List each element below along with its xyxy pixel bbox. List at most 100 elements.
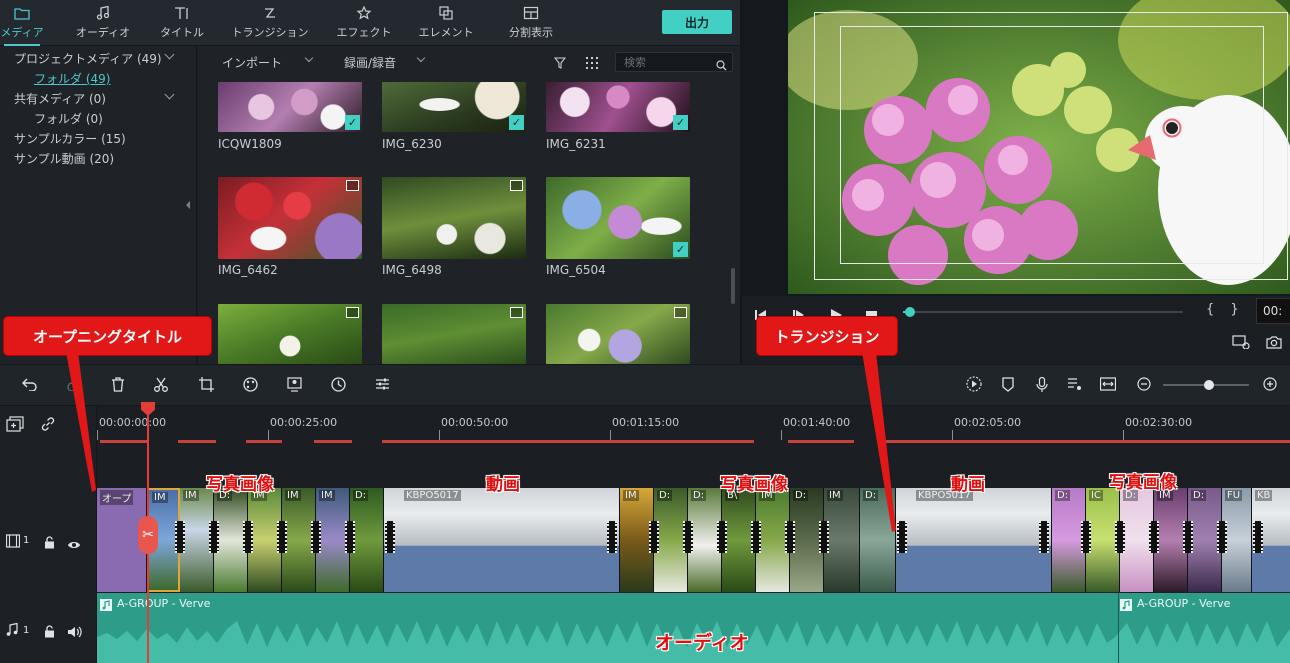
media-thumbnail[interactable]: ✓ <box>546 177 690 259</box>
adjust-sliders-icon[interactable] <box>374 376 390 392</box>
tab-elements[interactable]: エレメント <box>416 0 476 46</box>
sidebar-item-folder-0[interactable]: フォルダ (0) <box>34 110 103 127</box>
video-track-number: 1 <box>23 535 30 546</box>
transition-marker[interactable] <box>649 521 659 553</box>
transition-marker[interactable] <box>785 521 795 553</box>
sidebar-item-sample-videos[interactable]: サンプル動画 (20) <box>14 150 114 167</box>
tab-titles[interactable]: タイトル <box>158 0 206 46</box>
chevron-down-icon[interactable] <box>304 53 314 63</box>
lock-icon[interactable] <box>44 534 55 553</box>
clip-label: D: <box>793 490 809 501</box>
transition-marker[interactable] <box>1253 521 1263 553</box>
grid-view-icon[interactable] <box>586 54 598 73</box>
video-clip[interactable]: KBPO5017 <box>384 488 620 592</box>
eye-icon[interactable] <box>67 535 81 554</box>
media-thumbnail[interactable]: ✓ <box>218 82 362 132</box>
sidebar-item-sample-colors[interactable]: サンプルカラー (15) <box>14 130 126 147</box>
media-thumbnail[interactable] <box>382 304 526 364</box>
transition-marker[interactable] <box>1183 521 1193 553</box>
ruler-tick <box>439 430 440 440</box>
media-thumbnail[interactable] <box>218 304 362 364</box>
chevron-down-icon[interactable] <box>416 53 426 63</box>
lock-icon[interactable] <box>44 623 55 642</box>
playback-scrubber-handle[interactable] <box>905 307 915 317</box>
transition-marker[interactable] <box>175 521 185 553</box>
ruler-time-label: 00:02:05:00 <box>954 416 1022 429</box>
ruler-time-label: 00:00:50:00 <box>441 416 509 429</box>
tab-media[interactable]: メディア <box>0 0 44 46</box>
annotation-arrow <box>66 352 96 492</box>
import-dropdown[interactable]: インポート <box>222 54 282 71</box>
annotation-photo-3: 写真画像 <box>1109 473 1177 493</box>
audio-clip-divider <box>1118 593 1119 663</box>
tab-transitions[interactable]: トランジション <box>230 0 310 46</box>
chevron-down-icon[interactable] <box>164 89 175 100</box>
green-screen-icon[interactable] <box>286 376 302 392</box>
snapshot-camera-icon[interactable] <box>1266 334 1282 353</box>
mark-in-out-icon[interactable]: { } <box>1206 302 1245 317</box>
tab-audio-label: オーディオ <box>75 26 131 39</box>
sidebar-item-shared-media[interactable]: 共有メディア (0) <box>14 90 106 107</box>
search-icon[interactable] <box>716 56 727 75</box>
render-preview-icon[interactable] <box>1232 334 1250 353</box>
transition-marker[interactable] <box>1039 521 1049 553</box>
sidebar-item-folder-49[interactable]: フォルダ (49) <box>34 70 110 87</box>
marker-icon[interactable] <box>1000 376 1016 392</box>
media-thumbnail[interactable] <box>382 177 526 259</box>
speed-clock-icon[interactable] <box>330 376 346 392</box>
collapse-arrow-icon[interactable] <box>186 201 190 209</box>
transition-marker[interactable] <box>209 521 219 553</box>
media-scrollbar[interactable] <box>731 268 735 304</box>
scissors-icon[interactable] <box>153 376 169 392</box>
render-play-icon[interactable] <box>966 376 982 392</box>
tab-split-screen[interactable]: 分割表示 <box>502 0 560 46</box>
preview-video[interactable] <box>788 0 1290 294</box>
filter-icon[interactable] <box>553 54 567 73</box>
zoom-slider-handle[interactable] <box>1204 380 1214 390</box>
transition-marker[interactable] <box>345 521 355 553</box>
video-track-icon <box>5 533 21 552</box>
media-thumbnail[interactable] <box>218 177 362 259</box>
transition-marker[interactable] <box>1081 521 1091 553</box>
speaker-icon[interactable] <box>67 623 82 642</box>
crop-icon[interactable] <box>198 376 214 392</box>
render-status-bar <box>382 440 754 443</box>
record-dropdown[interactable]: 録画/録音 <box>344 54 396 71</box>
transition-marker[interactable] <box>819 521 829 553</box>
transition-marker[interactable] <box>751 521 761 553</box>
annotation-photo-1: 写真画像 <box>206 475 274 495</box>
transition-marker[interactable] <box>311 521 321 553</box>
sidebar-item-project-media[interactable]: プロジェクトメディア (49) <box>14 50 162 67</box>
transition-marker[interactable] <box>385 521 395 553</box>
media-thumbnail[interactable]: ✓ <box>382 82 526 132</box>
tab-audio[interactable]: オーディオ <box>72 0 134 46</box>
media-thumbnail[interactable]: ✓ <box>546 82 690 132</box>
tab-effects[interactable]: エフェクト <box>336 0 392 46</box>
transition-marker[interactable] <box>1149 521 1159 553</box>
transition-marker[interactable] <box>243 521 253 553</box>
zoom-out-icon[interactable] <box>1136 376 1152 392</box>
color-palette-icon[interactable] <box>242 376 258 392</box>
annotation-photo-2: 写真画像 <box>720 475 788 495</box>
export-button[interactable]: 出力 <box>662 10 732 34</box>
media-item-name: IMG_6462 <box>218 263 278 277</box>
microphone-icon[interactable] <box>1034 376 1050 392</box>
clip-label: IM <box>319 490 335 501</box>
chevron-down-icon[interactable] <box>164 49 175 60</box>
voiceover-list-icon[interactable] <box>1066 376 1082 392</box>
transition-marker[interactable] <box>683 521 693 553</box>
scissors-icon[interactable]: ✂ <box>138 516 158 554</box>
playback-progress-track[interactable] <box>903 311 1183 313</box>
fit-timeline-icon[interactable] <box>1100 376 1116 392</box>
photo-clip[interactable]: D: <box>350 488 384 592</box>
annotation-arrow <box>862 352 896 532</box>
transition-marker[interactable] <box>607 521 617 553</box>
transition-marker[interactable] <box>1217 521 1227 553</box>
transition-marker[interactable] <box>277 521 287 553</box>
ruler-tick <box>952 430 953 440</box>
crop-frame-inner <box>840 26 1264 264</box>
transition-marker[interactable] <box>717 521 727 553</box>
transition-marker[interactable] <box>1115 521 1125 553</box>
zoom-in-icon[interactable] <box>1262 376 1278 392</box>
media-thumbnail[interactable] <box>546 304 690 364</box>
